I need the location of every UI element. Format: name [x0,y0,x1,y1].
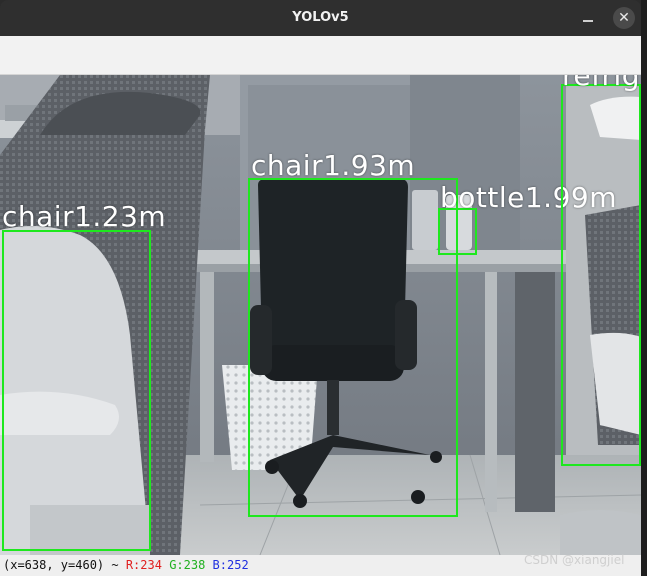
toolbar-area [0,36,641,75]
detection-box-chair-left [2,230,151,551]
detection-box-refrigerator [561,84,641,466]
close-icon[interactable]: ✕ [613,7,635,29]
window-title: YOLOv5 [292,10,349,25]
detection-label-chair-center: chair1.93m [251,149,416,182]
window-titlebar[interactable]: YOLOv5 ✕ [0,0,641,36]
detection-box-chair-center [248,178,458,517]
camera-view[interactable]: chair1.23m chair1.93m bottle1.99m refrig [0,75,641,555]
pixel-red-value: R:234 [125,558,162,572]
window-edge [641,0,647,576]
detection-label-chair-left: chair1.23m [2,200,167,233]
pixel-blue-value: B:252 [212,558,249,572]
pixel-green-value: G:238 [169,558,206,572]
detection-box-bottle [438,208,477,255]
detection-label-refrigerator: refrig [562,75,641,92]
watermark: CSDN @xiangjiel [524,553,625,567]
cursor-coordinates: (x=638, y=460) ~ [3,558,119,572]
minimize-icon[interactable] [580,10,596,26]
